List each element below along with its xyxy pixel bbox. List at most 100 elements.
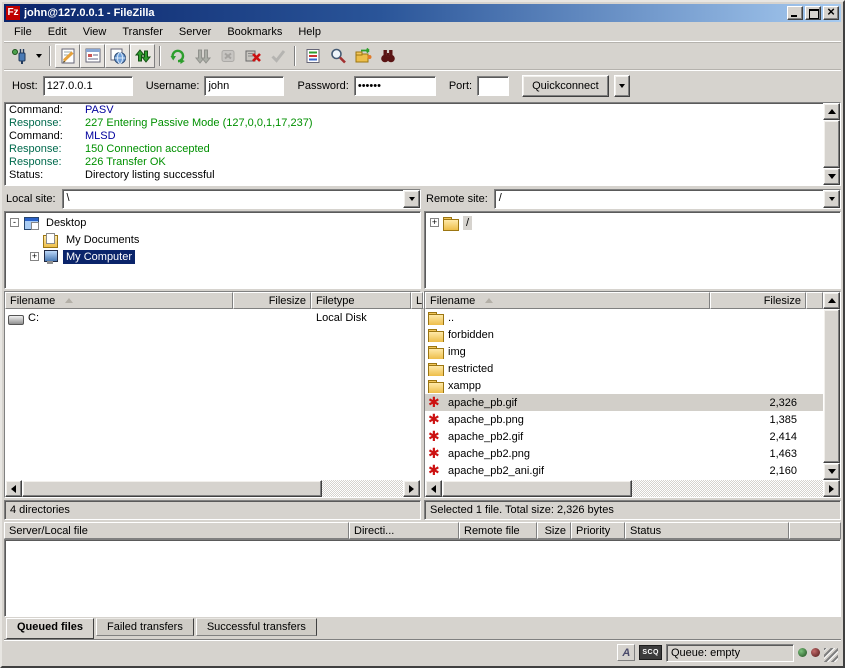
column-header-server-local-file[interactable]: Server/Local file <box>4 522 349 539</box>
collapse-icon[interactable]: - <box>10 218 19 227</box>
host-input[interactable] <box>43 76 133 96</box>
tree-item-my-documents[interactable]: My Documents <box>6 231 419 248</box>
scroll-right-button[interactable] <box>403 480 420 497</box>
menu-item-server[interactable]: Server <box>171 24 219 40</box>
expand-icon[interactable]: + <box>30 252 39 261</box>
remote-vertical-scrollbar[interactable] <box>823 292 840 480</box>
toggle-local-tree-button[interactable] <box>80 44 105 68</box>
scrollbar-thumb[interactable] <box>442 480 632 497</box>
find-files-button[interactable] <box>375 44 400 68</box>
column-header-remote-file[interactable]: Remote file <box>459 522 537 539</box>
filename-filters-button[interactable] <box>300 44 325 68</box>
quickconnect-dropdown-button[interactable] <box>614 75 630 97</box>
column-header-label: Priority <box>576 525 610 537</box>
binoculars-icon <box>379 47 397 65</box>
menu-item-file[interactable]: File <box>6 24 40 40</box>
column-header-priority[interactable]: Priority <box>571 522 625 539</box>
remote-horizontal-scrollbar[interactable] <box>425 480 840 497</box>
close-button[interactable] <box>823 6 839 20</box>
menu-item-view[interactable]: View <box>75 24 115 40</box>
synchronized-browsing-button[interactable] <box>350 44 375 68</box>
minimize-button[interactable] <box>787 6 803 20</box>
menu-item-help[interactable]: Help <box>290 24 329 40</box>
file-row-item[interactable]: .. <box>425 309 823 326</box>
tree-item-item[interactable]: +/ <box>426 214 839 231</box>
port-label: Port: <box>449 80 472 92</box>
expand-icon[interactable]: + <box>430 218 439 227</box>
file-row-apache-pb2-png[interactable]: apache_pb2.png1,463 <box>425 445 823 462</box>
menu-item-edit[interactable]: Edit <box>40 24 75 40</box>
process-queue-button[interactable] <box>190 44 215 68</box>
scroll-up-button[interactable] <box>823 103 840 120</box>
local-horizontal-scrollbar[interactable] <box>5 480 420 497</box>
log-line-text: MLSD <box>85 130 116 143</box>
column-header-filename[interactable]: Filename <box>425 292 710 309</box>
toggle-remote-tree-button[interactable] <box>105 44 130 68</box>
activity-led-green <box>798 648 807 657</box>
file-row-img[interactable]: img <box>425 343 823 360</box>
scroll-down-button[interactable] <box>823 168 840 185</box>
toggle-transfer-queue-button[interactable] <box>130 44 155 68</box>
log-line: Response:227 Entering Passive Mode (127,… <box>9 117 819 130</box>
scrollbar-track[interactable] <box>632 480 823 497</box>
menu-item-transfer[interactable]: Transfer <box>114 24 171 40</box>
file-row-apache-pb-gif[interactable]: apache_pb.gif2,326 <box>425 394 823 411</box>
quickconnect-button[interactable]: Quickconnect <box>522 75 609 97</box>
remote-site-combo[interactable]: / <box>494 189 841 209</box>
menu-item-bookmarks[interactable]: Bookmarks <box>219 24 290 40</box>
scrollbar-thumb[interactable] <box>823 309 840 463</box>
checkmark-icon <box>269 47 287 65</box>
column-header-filesize[interactable]: Filesize <box>233 292 311 309</box>
scroll-left-button[interactable] <box>425 480 442 497</box>
file-row-apache-pb2-ani-gif[interactable]: apache_pb2_ani.gif2,160 <box>425 462 823 479</box>
directory-comparison-button[interactable] <box>265 44 290 68</box>
file-row-apache-pb-png[interactable]: apache_pb.png1,385 <box>425 411 823 428</box>
combo-dropdown-button[interactable] <box>403 190 420 208</box>
column-header-filesize[interactable]: Filesize <box>710 292 806 309</box>
username-input[interactable] <box>204 76 284 96</box>
column-header-size[interactable]: Size <box>537 522 571 539</box>
file-row-forbidden[interactable]: forbidden <box>425 326 823 343</box>
image-icon <box>428 430 444 444</box>
toggle-message-log-button[interactable] <box>55 44 80 68</box>
queue-tabs: Queued filesFailed transfersSuccessful t… <box>4 618 841 640</box>
site-manager-icon <box>11 47 29 65</box>
site-manager-dropdown-button[interactable] <box>32 44 45 68</box>
tree-item-my-computer[interactable]: +My Computer <box>6 248 419 265</box>
cancel-operation-button[interactable] <box>215 44 240 68</box>
maximize-button[interactable] <box>805 6 821 20</box>
file-row-apache-pb2-gif[interactable]: apache_pb2.gif2,414 <box>425 428 823 445</box>
tree-item-desktop[interactable]: -Desktop <box>6 214 419 231</box>
tab-failed-transfers[interactable]: Failed transfers <box>96 618 194 636</box>
tab-successful-transfers[interactable]: Successful transfers <box>196 618 317 636</box>
scroll-up-button[interactable] <box>823 292 840 309</box>
file-row-xampp[interactable]: xampp <box>425 377 823 394</box>
file-row-c[interactable]: C:Local Disk <box>5 309 420 326</box>
scrollbar-thumb[interactable] <box>823 120 840 168</box>
column-header-filename[interactable]: Filename <box>5 292 233 309</box>
site-manager-button[interactable] <box>7 44 32 68</box>
column-header-status[interactable]: Status <box>625 522 789 539</box>
port-input[interactable] <box>477 76 509 96</box>
refresh-button[interactable] <box>165 44 190 68</box>
combo-dropdown-button[interactable] <box>823 190 840 208</box>
scroll-left-button[interactable] <box>5 480 22 497</box>
log-scrollbar[interactable] <box>823 103 840 185</box>
transfer-type-indicator[interactable]: A <box>617 644 635 661</box>
disconnect-button[interactable] <box>240 44 265 68</box>
tab-queued-files[interactable]: Queued files <box>6 618 94 639</box>
arrow-down-icon <box>828 469 836 478</box>
scq-indicator[interactable]: SCQ <box>639 645 662 660</box>
resize-grip[interactable] <box>824 648 838 662</box>
chevron-down-icon <box>36 54 42 61</box>
local-site-combo[interactable]: \ <box>62 189 421 209</box>
column-header-directi[interactable]: Directi... <box>349 522 459 539</box>
scrollbar-thumb[interactable] <box>22 480 322 497</box>
scroll-right-button[interactable] <box>823 480 840 497</box>
column-header-filetype[interactable]: Filetype <box>311 292 411 309</box>
scrollbar-track[interactable] <box>322 480 403 497</box>
file-search-button[interactable] <box>325 44 350 68</box>
password-input[interactable] <box>354 76 436 96</box>
scroll-down-button[interactable] <box>823 463 840 480</box>
file-row-restricted[interactable]: restricted <box>425 360 823 377</box>
